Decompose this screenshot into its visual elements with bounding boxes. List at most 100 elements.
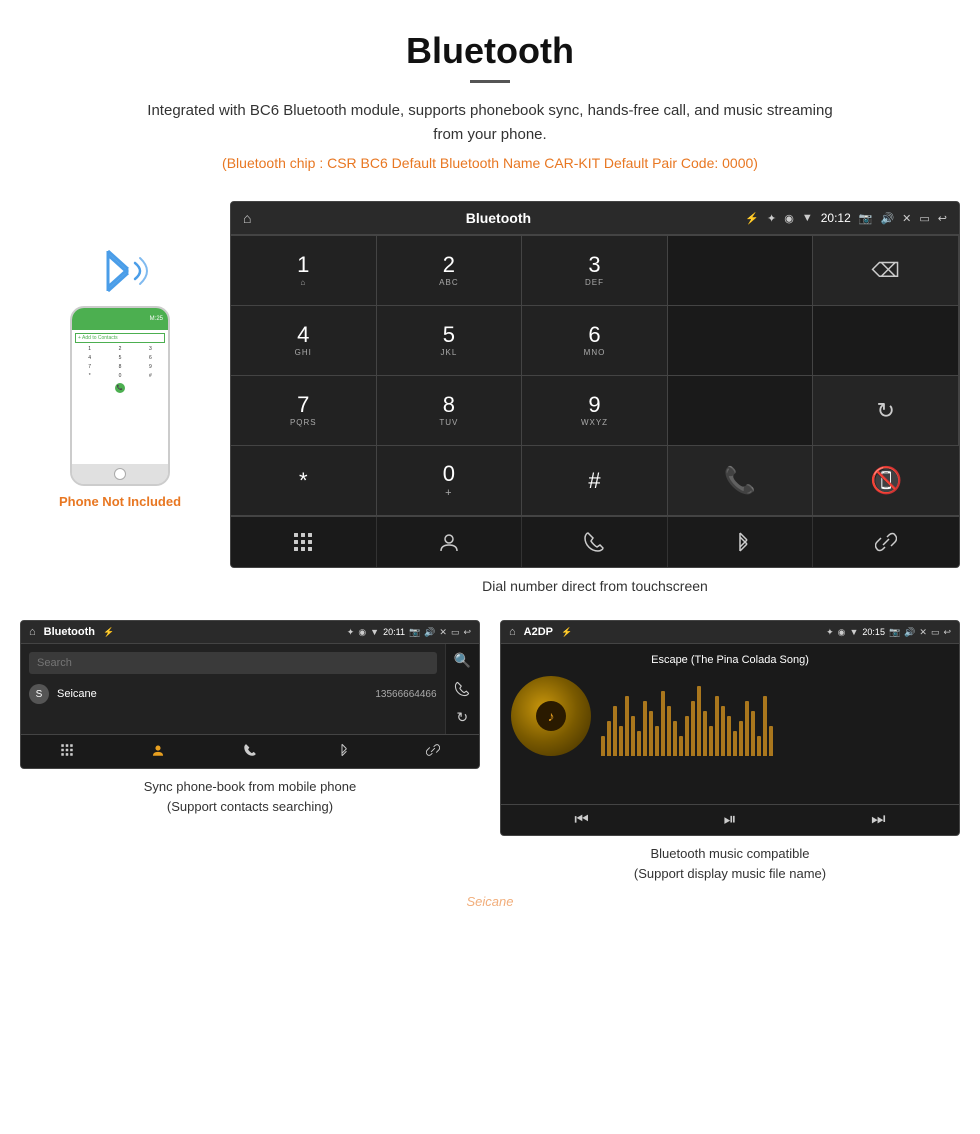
vis-bar xyxy=(739,721,743,756)
vis-bar xyxy=(655,726,659,756)
pb-camera-icon: 📷 xyxy=(409,627,420,638)
music-status-icons: ✦ ◉ ▼ 20:15 📷 🔊 ✕ ▭ ↩ xyxy=(826,627,951,638)
dial-key-8[interactable]: 8 TUV xyxy=(377,376,523,446)
play-pause-icon[interactable]: ⏯ xyxy=(724,811,737,829)
dial-key-0[interactable]: 0 + xyxy=(377,446,523,516)
dial-key-6[interactable]: 6 MNO xyxy=(522,306,668,376)
pb-bluetooth-icon[interactable] xyxy=(296,735,388,768)
dialpad-icon[interactable] xyxy=(231,517,377,567)
vis-bar xyxy=(751,711,755,756)
phone-side-icon[interactable] xyxy=(454,681,470,697)
contacts-icon[interactable] xyxy=(377,517,523,567)
phonebook-home-icon[interactable]: ⌂ xyxy=(29,626,36,638)
ms-screen-icon[interactable]: ▭ xyxy=(931,627,940,638)
dial-screen-title: Bluetooth xyxy=(466,210,531,226)
link-icon[interactable] xyxy=(813,517,959,567)
location-icon: ◉ xyxy=(784,212,794,225)
vis-bar xyxy=(763,696,767,756)
phonebook-screen: ⌂ Bluetooth ⚡ ✦ ◉ ▼ 20:11 📷 🔊 ✕ ▭ ↩ xyxy=(20,620,480,769)
dial-number-2: 2 xyxy=(443,254,455,276)
dial-sub-5: JKL xyxy=(440,348,457,357)
ms-vol-icon: 🔊 xyxy=(904,627,915,638)
dial-screen-header: ⌂ Bluetooth ⚡ ✦ ◉ ▼ 20:12 📷 🔊 ✕ ▭ ↩ xyxy=(231,202,959,235)
dial-key-1[interactable]: 1 ⌂ xyxy=(231,236,377,306)
main-content: M:25 + Add to Contacts 123 456 789 *0# 📞 xyxy=(0,201,980,610)
bluetooth-header-icon: ✦ xyxy=(767,212,776,225)
phone-bottom xyxy=(72,464,168,484)
dial-backspace[interactable]: ⌫ xyxy=(813,236,959,306)
pb-screen-icon[interactable]: ▭ xyxy=(451,627,460,638)
dial-number-1: 1 xyxy=(297,254,309,276)
vis-bar xyxy=(643,701,647,756)
ms-back-icon[interactable]: ↩ xyxy=(943,627,951,638)
pb-person-icon[interactable] xyxy=(113,735,205,768)
dial-key-4[interactable]: 4 GHI xyxy=(231,306,377,376)
pb-dialpad-icon[interactable] xyxy=(21,735,113,768)
pb-phone-icon[interactable] xyxy=(204,735,296,768)
music-block: ⌂ A2DP ⚡ ✦ ◉ ▼ 20:15 📷 🔊 ✕ ▭ ↩ xyxy=(500,620,960,883)
bluetooth-icon[interactable] xyxy=(668,517,814,567)
pb-back-icon[interactable]: ↩ xyxy=(463,627,471,638)
phonebook-contact: S Seicane 13566664466 xyxy=(29,680,437,708)
dial-number-9: 9 xyxy=(588,394,600,416)
next-track-icon[interactable]: ⏭ xyxy=(871,811,885,829)
vis-bar xyxy=(679,736,683,756)
vis-bar xyxy=(757,736,761,756)
dial-key-3[interactable]: 3 DEF xyxy=(522,236,668,306)
search-side-icon[interactable]: 🔍 xyxy=(454,652,471,669)
screen-icon[interactable]: ▭ xyxy=(919,212,929,225)
refresh-icon: ↻ xyxy=(876,398,894,424)
phonebook-block: ⌂ Bluetooth ⚡ ✦ ◉ ▼ 20:11 📷 🔊 ✕ ▭ ↩ xyxy=(20,620,480,883)
dialpad-grid: 1 ⌂ 2 ABC 3 DEF ⌫ 4 xyxy=(231,235,959,516)
dial-sub-7: PQRS xyxy=(290,418,317,427)
phone-top-bar: M:25 xyxy=(72,308,168,330)
vis-bar xyxy=(769,726,773,756)
vis-bar xyxy=(715,696,719,756)
signal-icon: ▼ xyxy=(802,212,813,224)
dial-header-right: ⚡ ✦ ◉ ▼ 20:12 📷 🔊 ✕ ▭ ↩ xyxy=(745,211,947,225)
dial-header-left: ⌂ xyxy=(243,210,251,226)
dial-key-star[interactable]: * xyxy=(231,446,377,516)
dial-bottom-bar xyxy=(231,516,959,567)
dial-number-5: 5 xyxy=(443,324,455,346)
dial-key-9[interactable]: 9 WXYZ xyxy=(522,376,668,446)
home-icon[interactable]: ⌂ xyxy=(243,210,251,226)
dial-key-5[interactable]: 5 JKL xyxy=(377,306,523,376)
pb-time: 20:11 xyxy=(383,627,405,638)
prev-track-icon[interactable]: ⏮ xyxy=(574,811,588,829)
vis-bar xyxy=(727,716,731,756)
music-note-icon: ♪ xyxy=(548,708,555,724)
phonebook-search-input[interactable] xyxy=(29,652,437,674)
phone-dialpad: 123 456 789 *0# xyxy=(75,345,165,380)
music-album-inner: ♪ xyxy=(536,701,566,731)
phone-icon[interactable] xyxy=(522,517,668,567)
pb-location-icon: ◉ xyxy=(358,627,366,638)
ms-close-icon[interactable]: ✕ xyxy=(919,627,927,638)
dial-key-2[interactable]: 2 ABC xyxy=(377,236,523,306)
close-icon[interactable]: ✕ xyxy=(902,212,911,225)
back-icon[interactable]: ↩ xyxy=(938,212,947,225)
call-green-icon: 📞 xyxy=(724,465,756,496)
dial-key-hash[interactable]: # xyxy=(522,446,668,516)
dial-key-7[interactable]: 7 PQRS xyxy=(231,376,377,446)
pb-link-icon[interactable] xyxy=(387,735,479,768)
refresh-side-icon[interactable]: ↻ xyxy=(456,709,468,726)
pb-close-icon[interactable]: ✕ xyxy=(439,627,447,638)
pb-bt-icon: ✦ xyxy=(347,627,355,638)
dial-number-3: 3 xyxy=(588,254,600,276)
dial-sub-0: + xyxy=(445,487,452,499)
dial-call-green[interactable]: 📞 xyxy=(668,446,814,516)
music-album-art: ♪ xyxy=(511,676,591,756)
page-description: Integrated with BC6 Bluetooth module, su… xyxy=(140,99,840,147)
music-title: A2DP xyxy=(524,626,553,638)
dial-refresh[interactable]: ↻ xyxy=(813,376,959,446)
dial-sub-3: DEF xyxy=(585,278,604,287)
phone-sidebar: M:25 + Add to Contacts 123 456 789 *0# 📞 xyxy=(20,201,220,509)
dial-call-red[interactable]: 📵 xyxy=(813,446,959,516)
dial-sub-9: WXYZ xyxy=(581,418,608,427)
music-home-icon[interactable]: ⌂ xyxy=(509,626,516,638)
pb-vol-icon: 🔊 xyxy=(424,627,435,638)
vis-bar xyxy=(703,711,707,756)
phonebook-bottom-bar xyxy=(21,734,479,768)
phone-home-button xyxy=(114,468,126,480)
